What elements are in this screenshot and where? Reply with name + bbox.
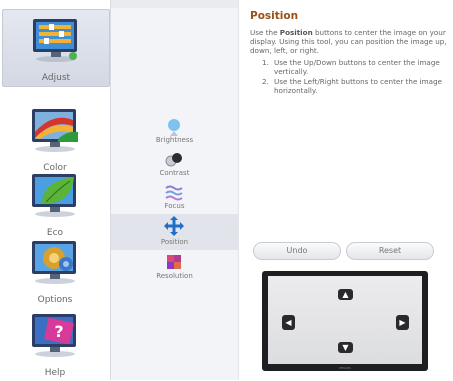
help-question-icon: ? <box>32 314 76 357</box>
eco-leaf-icon <box>32 174 76 217</box>
position-panel: Position Use the Position buttons to cen… <box>248 10 448 96</box>
instruction-list: 1. Use the Up/Down buttons to center the … <box>248 58 448 95</box>
move-up-button[interactable]: ▲ <box>338 289 353 300</box>
step-text: Use the Up/Down buttons to center the im… <box>274 58 440 76</box>
arrow-up-icon: ▲ <box>342 290 349 299</box>
submenu-item-resolution[interactable]: Resolution <box>111 252 238 286</box>
instruction-step: 1. Use the Up/Down buttons to center the … <box>262 58 448 76</box>
monitor-preview: ▲ ▼ ◀ ▶ PHILIPS <box>262 271 428 371</box>
color-icon <box>32 109 78 152</box>
resolution-icon <box>167 255 181 269</box>
desc-bold: Position <box>279 28 313 37</box>
category-eco[interactable]: Eco <box>2 165 108 241</box>
instruction-step: 2. Use the Left/Right buttons to center t… <box>262 77 448 95</box>
category-help[interactable]: ? Help <box>2 305 108 381</box>
category-label: Adjust <box>41 73 71 83</box>
category-adjust[interactable]: Adjust <box>2 9 110 87</box>
category-options[interactable]: Options <box>2 232 108 308</box>
options-gear-icon <box>32 241 76 284</box>
undo-button[interactable]: Undo <box>253 242 341 260</box>
panel-title: Position <box>250 10 299 22</box>
step-number: 2. <box>262 77 269 86</box>
adjust-submenu: Brightness Contrast Focus Position Resol… <box>111 0 239 380</box>
category-label: Options <box>37 295 73 305</box>
svg-text:?: ? <box>54 322 63 341</box>
arrow-left-icon: ◀ <box>285 318 292 327</box>
submenu-item-contrast[interactable]: Contrast <box>111 149 238 183</box>
step-number: 1. <box>262 58 269 67</box>
brightness-icon <box>168 119 180 136</box>
submenu-label: Contrast <box>159 169 190 177</box>
submenu-item-focus[interactable]: Focus <box>111 182 238 216</box>
focus-icon <box>165 185 183 201</box>
contrast-icon <box>165 153 182 167</box>
submenu-label: Brightness <box>155 136 194 144</box>
panel-description: Use the Position buttons to center the i… <box>250 28 448 55</box>
arrow-right-icon: ▶ <box>399 318 406 327</box>
category-sidebar: Adjust Color Eco Options ? Help <box>0 0 111 380</box>
position-arrows-icon <box>164 216 184 236</box>
adjust-icon <box>33 19 77 62</box>
submenu-top-strip <box>111 0 238 8</box>
submenu-label: Resolution <box>156 272 193 280</box>
move-down-button[interactable]: ▼ <box>338 342 353 353</box>
submenu-item-position[interactable]: Position <box>111 214 238 250</box>
move-right-button[interactable]: ▶ <box>396 315 409 330</box>
reset-button[interactable]: Reset <box>346 242 434 260</box>
submenu-label: Focus <box>164 202 185 210</box>
monitor-screen: ▲ ▼ ◀ ▶ <box>268 276 422 364</box>
submenu-item-brightness[interactable]: Brightness <box>111 116 238 150</box>
arrow-down-icon: ▼ <box>342 343 349 352</box>
category-label: Help <box>44 368 66 378</box>
desc-pre: Use the <box>250 28 280 37</box>
submenu-label: Position <box>160 238 189 246</box>
monitor-brand-logo: PHILIPS <box>339 366 351 370</box>
step-text: Use the Left/Right buttons to center the… <box>274 77 443 95</box>
move-left-button[interactable]: ◀ <box>282 315 295 330</box>
